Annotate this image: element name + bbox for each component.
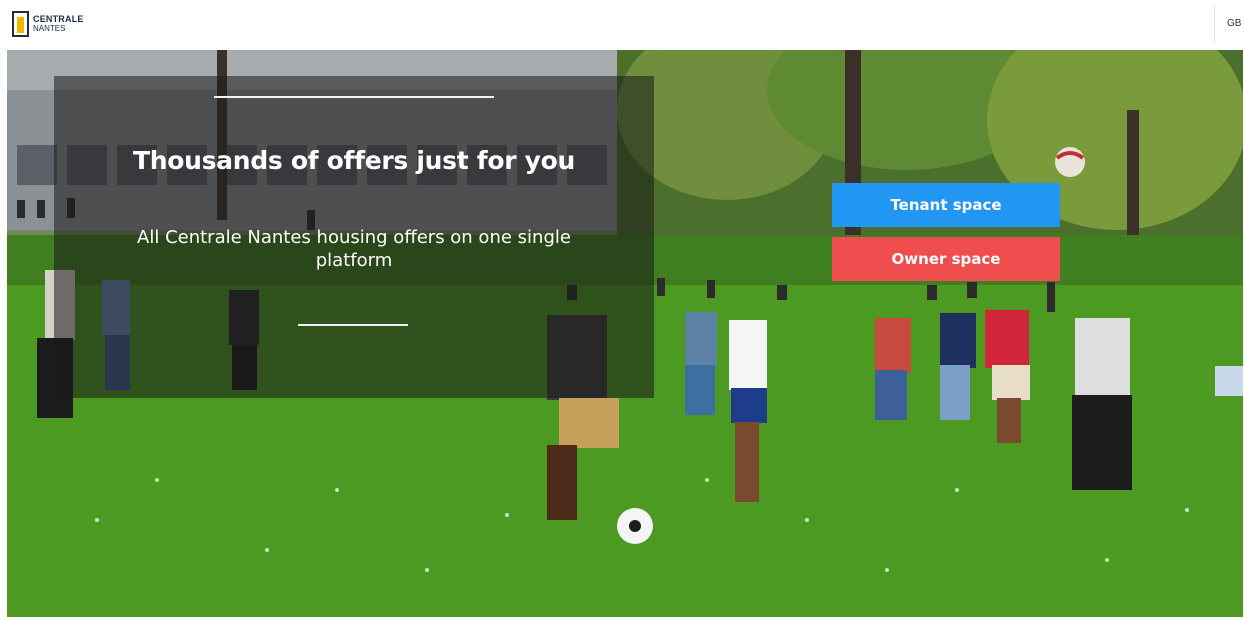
hero-subtitle: All Centrale Nantes housing offers on on… — [137, 227, 571, 271]
decorative-line-top — [214, 96, 494, 98]
language-selector[interactable]: GB — [1227, 18, 1241, 29]
logo-mark-icon — [12, 11, 29, 37]
centrale-nantes-logo[interactable]: CENTRALE NANTES — [12, 11, 84, 37]
hero-overlay-card: Thousands of offers just for you All Cen… — [54, 76, 654, 398]
logo-text: CENTRALE NANTES — [33, 14, 84, 34]
decorative-line-bottom — [298, 324, 408, 326]
tenant-space-button[interactable]: Tenant space — [832, 183, 1060, 227]
top-bar: CENTRALE NANTES GB — [0, 0, 1244, 50]
logo-line2: NANTES — [33, 24, 66, 33]
hero-title: Thousands of offers just for you — [132, 146, 576, 175]
logo-line1: CENTRALE — [33, 14, 84, 24]
owner-space-button[interactable]: Owner space — [832, 237, 1060, 281]
divider — [1214, 6, 1215, 42]
